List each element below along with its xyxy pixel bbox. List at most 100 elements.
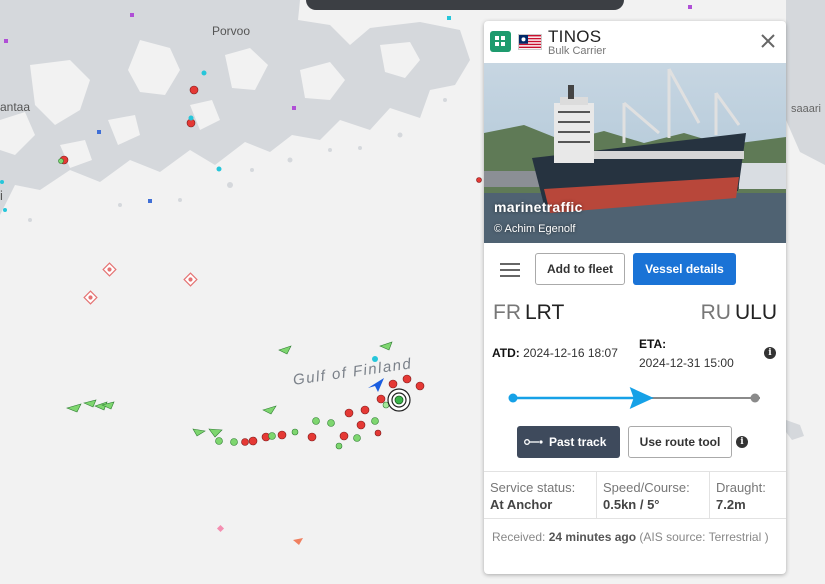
vessel-marker-green [268, 432, 276, 440]
destination-port[interactable]: RU ULU [701, 301, 777, 325]
vessel-marker-underway [66, 403, 82, 413]
place-label-vantaa: antaa [0, 100, 31, 114]
destination-port-code: ULU [734, 301, 777, 324]
vessel-marker-green [215, 437, 223, 445]
vessel-type: Bulk Carrier [548, 45, 607, 57]
vessel-marker-green [312, 417, 320, 425]
vessel-marker-red [356, 420, 366, 430]
atd-value: 2024-12-16 18:07 [523, 346, 618, 360]
vessel-marker-purple [688, 5, 692, 9]
vessel-marker-blue [148, 199, 152, 203]
eta: ETA: 2024-12-31 15:00 [639, 335, 734, 373]
speed-course: Speed/Course: 0.5kn / 5° [597, 472, 710, 519]
atd: ATD: 2024-12-16 18:07 [492, 346, 618, 360]
vessel-marker-red [344, 408, 354, 418]
place-label-edge: i [0, 188, 3, 203]
vessel-marker-purple [4, 39, 8, 43]
vessel-marker-purple [292, 106, 296, 110]
vessel-marker-red [402, 374, 412, 384]
place-label-porvoo: Porvoo [212, 24, 251, 38]
liberia-flag-icon [518, 34, 542, 50]
selected-vessel-marker [387, 388, 411, 412]
vessel-stats: Service status: At Anchor Speed/Course: … [484, 471, 786, 519]
vessel-marker-red [374, 429, 382, 437]
vessel-marker-green [58, 158, 64, 164]
service-status-value: At Anchor [490, 497, 553, 512]
vessel-marker-underway [192, 428, 206, 437]
map-toolbar[interactable] [306, 0, 624, 10]
received-value: 24 minutes ago [548, 530, 637, 544]
past-track-button[interactable]: Past track [517, 426, 620, 458]
vessel-marker-underway [83, 399, 97, 408]
vessel-marker-underway [208, 428, 223, 438]
popup-header: TINOS Bulk Carrier [484, 21, 786, 63]
vessel-marker-red [360, 405, 370, 415]
vessel-marker-blue [97, 130, 101, 134]
eta-label: ETA: [639, 337, 667, 351]
draught-label: Draught: [716, 480, 766, 495]
add-to-fleet-button[interactable]: Add to fleet [535, 253, 625, 285]
vessel-details-button[interactable]: Vessel details [633, 253, 736, 285]
route-tool-button[interactable]: Use route tool [628, 426, 732, 458]
eta-value: 2024-12-31 15:00 [639, 356, 734, 370]
vessel-marker-green [327, 419, 335, 427]
vessel-marker-green [353, 434, 361, 442]
speed-course-value: 0.5kn / 5° [603, 497, 660, 512]
vessel-name: TINOS [548, 27, 602, 46]
heading-arrow-icon [368, 378, 384, 392]
speed-course-label: Speed/Course: [603, 480, 690, 495]
vessel-marker-underway [262, 405, 277, 415]
vessel-marker-red [388, 379, 398, 389]
departure-port-code: LRT [525, 301, 565, 324]
vessel-marker-underway [293, 538, 303, 545]
nav-aid-icon [83, 290, 98, 305]
vessel-marker-red [248, 436, 258, 446]
close-icon[interactable] [758, 31, 778, 51]
atd-label: ATD: [492, 346, 520, 360]
vessel-popup: TINOS Bulk Carrier marinetraffic © Achim… [484, 21, 786, 574]
place-label-saaari: saaari [791, 103, 821, 115]
nav-aid-icon [102, 262, 117, 277]
route-info-icon[interactable]: i [736, 436, 748, 448]
vessel-photo[interactable]: marinetraffic © Achim Egenolf [484, 63, 786, 243]
photo-watermark: marinetraffic [494, 199, 583, 215]
vessel-marker-cyan [216, 166, 222, 172]
vessel-marker-green [335, 442, 343, 450]
vessel-marker-red [376, 394, 386, 404]
received-label: Received: [492, 530, 546, 544]
vessel-marker-cyan [0, 180, 4, 184]
vessel-type-icon [490, 31, 511, 52]
vessel-marker-green [230, 438, 238, 446]
vessel-marker-red [415, 381, 425, 391]
draught-value: 7.2m [716, 497, 746, 512]
vessel-marker-underway [379, 341, 393, 351]
vessel-marker-green [291, 428, 299, 436]
vessel-marker-red [277, 430, 287, 440]
nav-aid-icon [183, 272, 198, 287]
voyage-progress [508, 385, 764, 411]
past-track-label: Past track [549, 435, 607, 449]
destination-country: RU [700, 301, 731, 324]
vessel-marker-cyan [3, 208, 7, 212]
departure-country: FR [493, 301, 521, 324]
ais-source: (AIS source: Terrestrial ) [639, 530, 769, 544]
received-info: Received: 24 minutes ago (AIS source: Te… [492, 527, 782, 547]
vessel-marker-red [339, 431, 349, 441]
vessel-marker-cyan [201, 70, 207, 76]
vessel-marker-cyan-square [447, 16, 451, 20]
popup-actions: Add to fleet Vessel details [484, 253, 786, 287]
vessel-marker-red [189, 85, 199, 95]
vessel-marker-underway [278, 345, 292, 355]
vessel-marker-green [371, 417, 379, 425]
eta-info-icon[interactable]: i [764, 347, 776, 359]
draught: Draught: 7.2m [710, 472, 786, 519]
vessel-marker-red [241, 438, 249, 446]
departure-port[interactable]: FR LRT [493, 301, 564, 325]
service-status: Service status: At Anchor [484, 472, 597, 519]
vessel-marker-red [476, 177, 482, 183]
vessel-marker-cyan [188, 115, 194, 121]
track-icon [524, 439, 543, 445]
photo-credit: © Achim Egenolf [494, 223, 576, 235]
vessel-marker-red [307, 432, 317, 442]
menu-icon[interactable] [500, 263, 520, 277]
